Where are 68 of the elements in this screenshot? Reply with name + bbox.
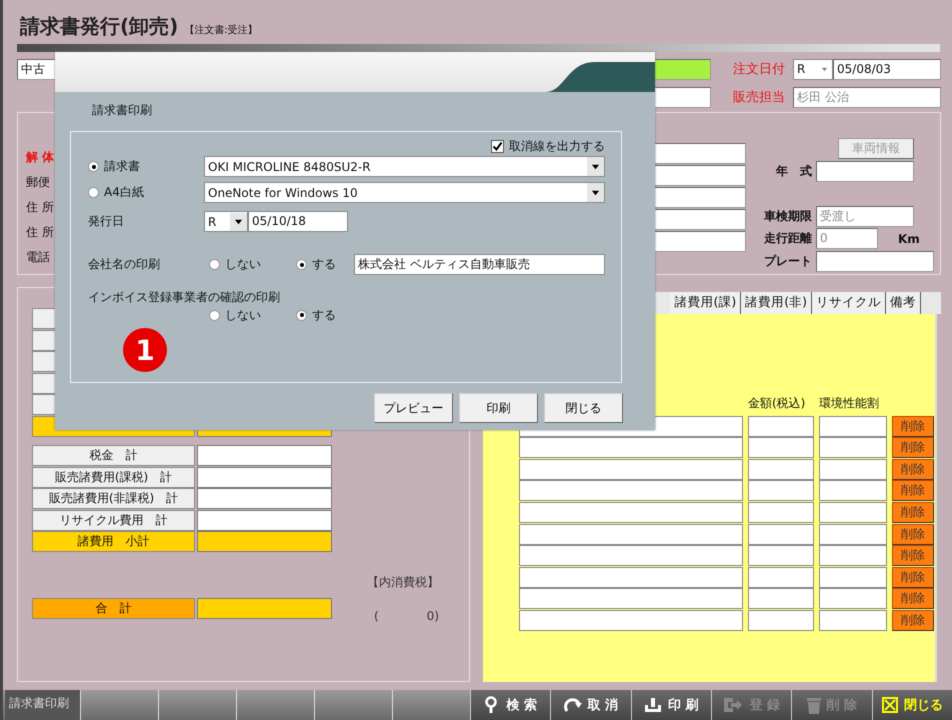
dialog-title: 請求書印刷 (92, 102, 153, 119)
issue-date-field[interactable]: 05/10/18 (248, 211, 348, 232)
column-header: 環境性能割 (819, 395, 880, 412)
grand-total-label-cell: 合 計 (32, 598, 195, 620)
delete-button[interactable]: 削除 (892, 524, 934, 545)
era-dropdown[interactable]: R (204, 211, 248, 232)
tab[interactable]: リサイクル (812, 292, 886, 314)
field-label: 解 体 (26, 149, 54, 166)
company-print-label: 会社名の印刷 (88, 256, 161, 273)
printer-dropdown[interactable]: OneNote for Windows 10 (204, 182, 605, 203)
mileage-field[interactable]: 0 (816, 228, 878, 250)
output-radio[interactable]: A4白紙 (88, 184, 204, 201)
company-print-radio[interactable]: しない (209, 256, 296, 273)
year-label: 年 式 (774, 162, 813, 180)
tax-note-label: 【内消費税】 (367, 575, 439, 590)
dialog-button[interactable]: プレビュー (374, 393, 453, 423)
era-dropdown[interactable]: R (793, 58, 833, 80)
checkbox-label: 取消線を出力する (509, 138, 605, 155)
column-header: 金額(税込) (748, 395, 806, 412)
field-label: 住 所 (26, 224, 54, 241)
inspection-label: 車検期限 (763, 208, 813, 225)
total-label-cell: リサイクル費用 計 (32, 510, 195, 531)
total-label-cell: 販売諸費用(非課税) 計 (32, 488, 195, 510)
tab[interactable]: 諸費用(非) (741, 292, 812, 314)
order-date-label: 注文日付 (733, 61, 786, 78)
order-date-field[interactable]: 05/08/03 (833, 58, 941, 80)
toolbar-button[interactable]: 閉じる (872, 690, 952, 720)
total-label-cell: 販売諸費用(課税) 計 (32, 466, 195, 488)
inspection-field[interactable]: 受渡し (816, 206, 914, 227)
total-label-cell: 諸費用 小計 (32, 531, 195, 552)
delete-button[interactable]: 削除 (892, 566, 934, 588)
tax-note-value: ( 0) (374, 608, 439, 620)
printer-dropdown[interactable]: OKI MICROLINE 8480SU2-R (204, 156, 605, 177)
invoice-print-radio[interactable]: する (296, 306, 354, 324)
delete-button[interactable]: 削除 (892, 610, 934, 631)
plate-label: プレート (763, 252, 813, 270)
window-title: 請求書発行(卸売) (20, 13, 178, 40)
sales-rep-label: 販売担当 (733, 89, 786, 106)
delete-button[interactable]: 削除 (892, 588, 934, 610)
print-invoice-tab[interactable]: 請求書印刷 (5, 690, 80, 720)
invoice-print-radio[interactable]: しない (209, 306, 296, 324)
invoice-print-label: インボイス登録事業者の確認の印刷 (88, 289, 281, 306)
window-subtitle: 【注文書:受注】 (184, 24, 258, 37)
delete-button[interactable]: 削除 (892, 437, 934, 458)
strike-checkbox[interactable]: 取消線を出力する (491, 137, 605, 156)
field-label: 電話 (26, 249, 50, 266)
company-print-radio[interactable]: する (296, 256, 354, 273)
issue-date-label: 発行日 (88, 213, 125, 230)
field-label: 郵便 (26, 174, 50, 191)
delete-button[interactable]: 削除 (892, 458, 934, 480)
total-label-cell: 税金 計 (32, 444, 195, 466)
sales-rep-field[interactable]: 杉田 公治 (793, 86, 941, 108)
dialog-button[interactable]: 閉じる (544, 393, 623, 423)
mileage-unit: Km (898, 232, 920, 246)
toolbar-button[interactable]: 取 消 (550, 690, 631, 720)
mileage-label: 走行距離 (763, 230, 813, 248)
delete-button[interactable]: 削除 (892, 545, 934, 566)
company-name-field[interactable]: 株式会社 ベルティス自動車販売 (354, 254, 605, 275)
delete-button[interactable]: 削除 (892, 480, 934, 502)
dialog-button[interactable]: 印刷 (459, 393, 538, 423)
field-label: 住 所 (26, 199, 54, 216)
toolbar-button[interactable]: 印 刷 (630, 690, 711, 720)
output-radio[interactable]: 請求書 (88, 158, 204, 175)
delete-button[interactable]: 削除 (892, 416, 934, 437)
delete-button[interactable]: 削除 (892, 502, 934, 523)
toolbar-button[interactable]: 検 索 (470, 690, 550, 720)
tab[interactable]: 諸費用(課) (670, 292, 742, 314)
tab[interactable]: 備考 (886, 292, 921, 314)
